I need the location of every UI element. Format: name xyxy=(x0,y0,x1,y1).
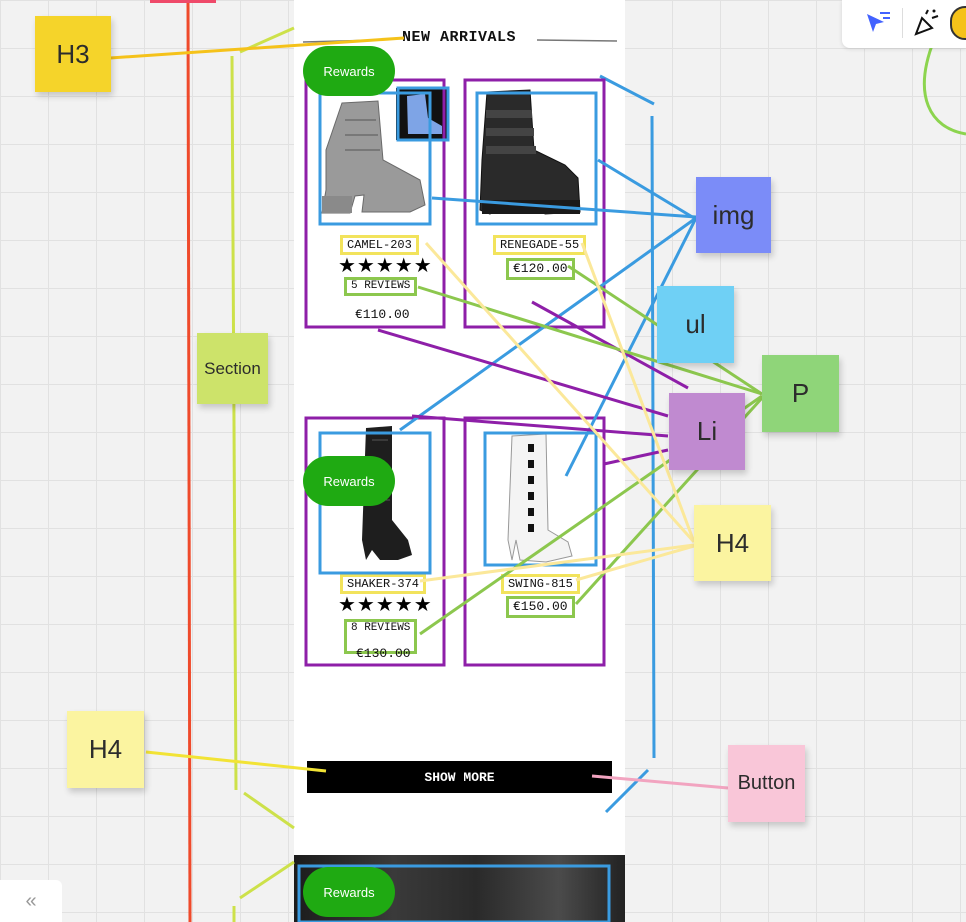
pink-note-edge xyxy=(150,0,216,3)
toolbar-divider xyxy=(902,8,903,38)
section-bracket xyxy=(230,26,295,922)
sticky-note-section[interactable]: Section xyxy=(197,333,268,404)
red-guide-line xyxy=(186,0,192,922)
rewards-badge-1[interactable]: Rewards xyxy=(303,46,395,96)
rewards-badge-2[interactable]: Rewards xyxy=(303,456,395,506)
sticky-note-ul[interactable]: ul xyxy=(657,286,734,363)
sticky-note-button[interactable]: Button xyxy=(728,745,805,822)
sticky-note-img[interactable]: img xyxy=(696,177,771,253)
reactions-cursor-icon[interactable] xyxy=(862,8,892,38)
rewards-badge-3[interactable]: Rewards xyxy=(303,867,395,917)
collapse-panel-button[interactable]: « xyxy=(0,880,62,922)
party-popper-icon[interactable] xyxy=(910,6,942,38)
heading-rule-right xyxy=(536,39,618,42)
sticky-note-h4-left[interactable]: H4 xyxy=(67,711,144,788)
sticky-note-h4-right[interactable]: H4 xyxy=(694,505,771,581)
board-toolbar xyxy=(842,0,966,48)
sticky-note-h3[interactable]: H3 xyxy=(35,16,111,92)
sticky-note-p[interactable]: P xyxy=(762,355,839,432)
sticky-note-li[interactable]: Li xyxy=(669,393,745,470)
user-avatar[interactable] xyxy=(950,6,966,40)
annotation-overlay xyxy=(109,0,966,922)
